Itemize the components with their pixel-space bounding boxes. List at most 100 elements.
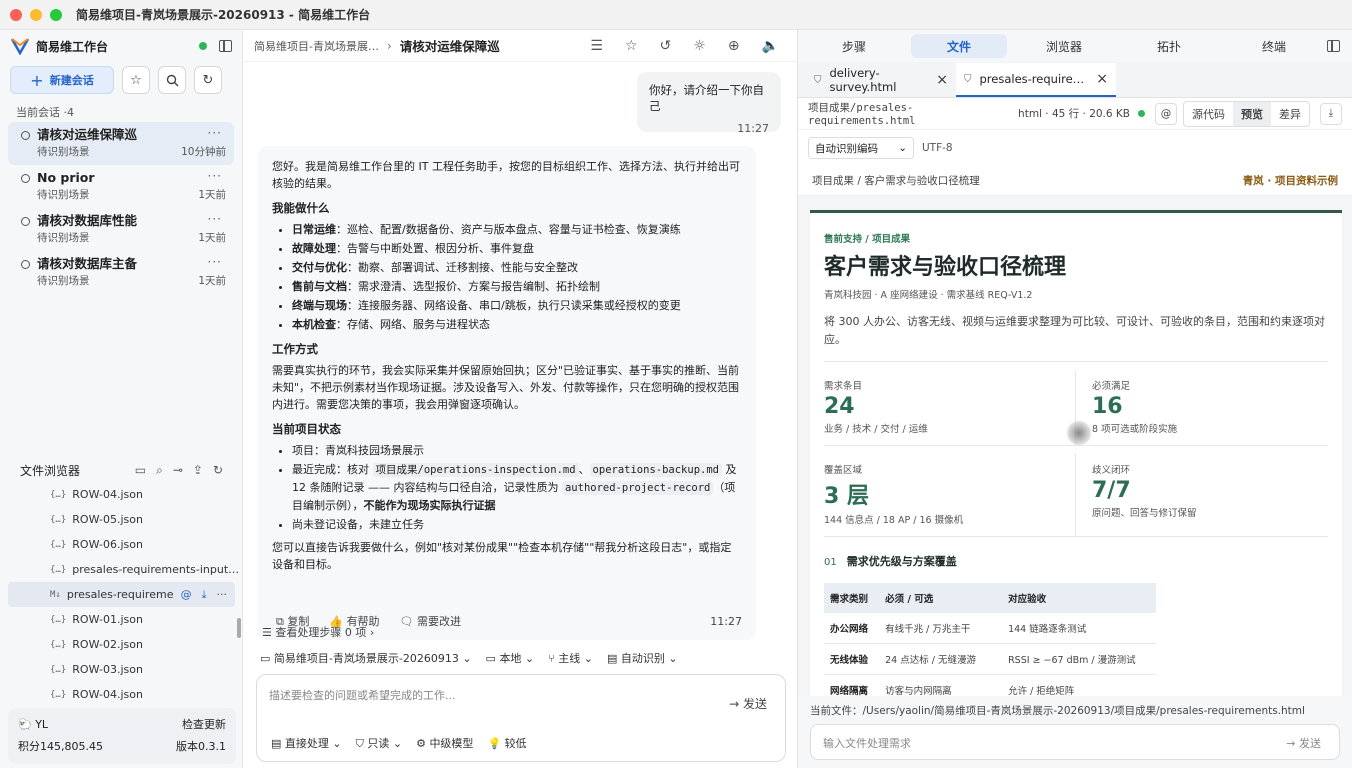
stat-value: 24: [824, 394, 855, 419]
file-item[interactable]: {…} ROW-02.json: [0, 632, 243, 657]
user-avatar[interactable]: 🐑 YL: [18, 714, 48, 736]
close-tab-icon[interactable]: ×: [936, 72, 948, 88]
maximize-window-button[interactable]: [50, 8, 62, 21]
more-icon[interactable]: ···: [208, 126, 222, 140]
file-list-scrollbar[interactable]: [237, 618, 241, 638]
user-name: YL: [35, 718, 49, 731]
stat-card: 歧义闭环 7/7 原问题、回答与修订保留: [1076, 454, 1328, 537]
auto-detect-select[interactable]: ▤ 自动识别 ⌄: [607, 650, 678, 666]
markdown-file-icon: M↓: [50, 589, 61, 600]
close-tab-icon[interactable]: ×: [1096, 71, 1108, 87]
chat-input-placeholder: 描述要检查的问题或希望完成的工作...: [269, 689, 456, 702]
file-tab[interactable]: ⛉ delivery-survey.html ×: [806, 63, 956, 97]
mention-file-icon[interactable]: @: [181, 588, 192, 602]
more-icon[interactable]: ···: [208, 255, 222, 269]
minimize-window-button[interactable]: [30, 8, 42, 21]
collapse-icon[interactable]: ⊸: [173, 463, 183, 477]
mode-select[interactable]: ▤ 直接处理 ⌄: [271, 735, 342, 751]
workspace-tab[interactable]: 拓扑: [1121, 34, 1217, 58]
json-file-icon: {…}: [50, 514, 67, 525]
favorites-button[interactable]: ☆: [122, 66, 150, 94]
workspace-tab[interactable]: 浏览器: [1016, 34, 1112, 58]
json-file-icon: {…}: [50, 489, 67, 500]
status-code-1: 项目成果/operations-inspection.md: [372, 463, 579, 477]
check-update-button[interactable]: 检查更新: [182, 714, 226, 736]
list-icon[interactable]: ☰: [590, 38, 603, 54]
local-select[interactable]: ▭ 本地 ⌄: [486, 650, 535, 666]
doc-kicker: 售前支持 / 项目成果: [824, 234, 911, 245]
folder-label: 简易维项目-青岚场景展示-20260913: [273, 652, 459, 665]
panel-toggle-icon[interactable]: [1327, 40, 1340, 52]
star-icon[interactable]: ☆: [625, 38, 638, 54]
permission-select[interactable]: ⛉ 只读 ⌄: [356, 735, 402, 751]
search-button[interactable]: [158, 66, 186, 94]
auto-label: 自动识别: [620, 652, 665, 665]
new-chat-button[interactable]: + 新建会话: [10, 66, 114, 94]
send-button[interactable]: → 发送: [729, 695, 767, 712]
speaker-icon[interactable]: 🔈: [762, 38, 779, 54]
conversation-item[interactable]: 请核对运维保障巡 待识别场景 10分钟前 ···: [8, 122, 234, 165]
reasoning-select[interactable]: 💡 较低: [487, 735, 526, 751]
improve-button[interactable]: 🗨 需要改进: [400, 613, 461, 630]
user-message-text: 你好，请介绍一下你自己: [649, 83, 764, 113]
view-steps-link[interactable]: ☰ 查看处理步骤 0 项 ›: [262, 624, 374, 640]
can-do-item: 终端与现场：连接服务器、网络设备、串口/跳板，执行只读采集或经授权的变更: [292, 297, 742, 314]
workspace-tab[interactable]: 文件: [911, 34, 1007, 58]
project-folder-select[interactable]: ▭ 简易维项目-青岚场景展示-20260913 ⌄: [260, 650, 472, 666]
html-file-icon: ⛉: [814, 74, 822, 86]
view-mode-button[interactable]: 源代码: [1184, 102, 1233, 126]
search-files-icon[interactable]: ⌕: [156, 463, 163, 478]
refresh-files-icon[interactable]: ↻: [213, 463, 223, 477]
upload-icon[interactable]: ⇪: [193, 463, 203, 477]
download-button[interactable]: ⤓: [1320, 102, 1342, 125]
more-icon[interactable]: ···: [217, 588, 228, 602]
file-send-button[interactable]: → 发送: [1286, 735, 1321, 751]
conversation-title: 请核对数据库主备: [37, 256, 138, 271]
sidebar-toggle-icon[interactable]: [219, 40, 232, 52]
mention-button[interactable]: @: [1155, 102, 1177, 125]
mode-label: 直接处理: [284, 737, 329, 750]
preview-document: 售前支持 / 项目成果 客户需求与验收口径梳理 青岚科技园 · A 座网络建设 …: [810, 210, 1342, 696]
file-item[interactable]: M↓ presales-requireme @ ⤓ ···: [8, 582, 235, 607]
workspace-tab[interactable]: 步骤: [806, 34, 902, 58]
globe-icon[interactable]: ⊕: [728, 38, 740, 54]
branch-select[interactable]: ⑂ 主线 ⌄: [548, 650, 593, 666]
file-tab-label: presales-require…: [979, 72, 1085, 86]
file-request-input[interactable]: 输入文件处理需求 → 发送: [810, 724, 1340, 760]
file-item[interactable]: {…} ROW-05.json: [0, 507, 243, 532]
html-preview[interactable]: 售前支持 / 项目成果 客户需求与验收口径梳理 青岚科技园 · A 座网络建设 …: [798, 196, 1352, 696]
chat-input-box[interactable]: 描述要检查的问题或希望完成的工作... → 发送 ▤ 直接处理 ⌄ ⛉ 只读 ⌄…: [256, 674, 786, 762]
conversation-item[interactable]: 请核对数据库性能 待识别场景 1天前 ···: [8, 208, 234, 251]
folder-icon[interactable]: ▭: [135, 463, 146, 477]
new-chat-label: 新建会话: [49, 74, 94, 87]
file-item[interactable]: {…} presales-requirements-input…: [0, 557, 243, 582]
model-select[interactable]: ⚙ 中级模型: [416, 735, 473, 751]
close-window-button[interactable]: [10, 8, 22, 21]
encoding-select[interactable]: 自动识别编码 ⌄: [808, 137, 914, 159]
plus-icon: +: [30, 70, 44, 90]
view-mode-button[interactable]: 预览: [1233, 101, 1271, 126]
file-item[interactable]: {…} ROW-04.json: [0, 482, 243, 507]
conversation-item[interactable]: No prior 待识别场景 1天前 ···: [8, 165, 234, 208]
breadcrumb-project[interactable]: 简易维项目-青岚场景展…: [254, 38, 379, 54]
conversation-time: 1天前: [198, 275, 226, 287]
file-item[interactable]: {…} ROW-04.json: [0, 682, 243, 707]
view-mode-button[interactable]: 差异: [1271, 102, 1309, 126]
stat-value: 16: [1092, 394, 1123, 419]
history-button[interactable]: ↻: [194, 66, 222, 94]
file-item[interactable]: {…} ROW-01.json: [0, 607, 243, 632]
conversation-title: No prior: [37, 170, 95, 185]
file-item[interactable]: {…} ROW-03.json: [0, 657, 243, 682]
workspace-tab[interactable]: 终端: [1226, 34, 1322, 58]
status-project: 项目：青岚科技园场景展示: [292, 442, 742, 459]
stat-label: 歧义闭环: [1092, 465, 1131, 476]
conversation-item[interactable]: 请核对数据库主备 待识别场景 1天前 ···: [8, 251, 234, 294]
history-icon[interactable]: ↺: [660, 38, 672, 54]
download-file-icon[interactable]: ⤓: [202, 588, 207, 602]
brightness-icon[interactable]: ☼: [693, 38, 706, 54]
stat-value: 3 层: [824, 484, 869, 509]
file-item[interactable]: {…} ROW-06.json: [0, 532, 243, 557]
more-icon[interactable]: ···: [208, 212, 222, 226]
file-tab[interactable]: ⛉ presales-require… ×: [956, 63, 1116, 97]
more-icon[interactable]: ···: [208, 169, 222, 183]
